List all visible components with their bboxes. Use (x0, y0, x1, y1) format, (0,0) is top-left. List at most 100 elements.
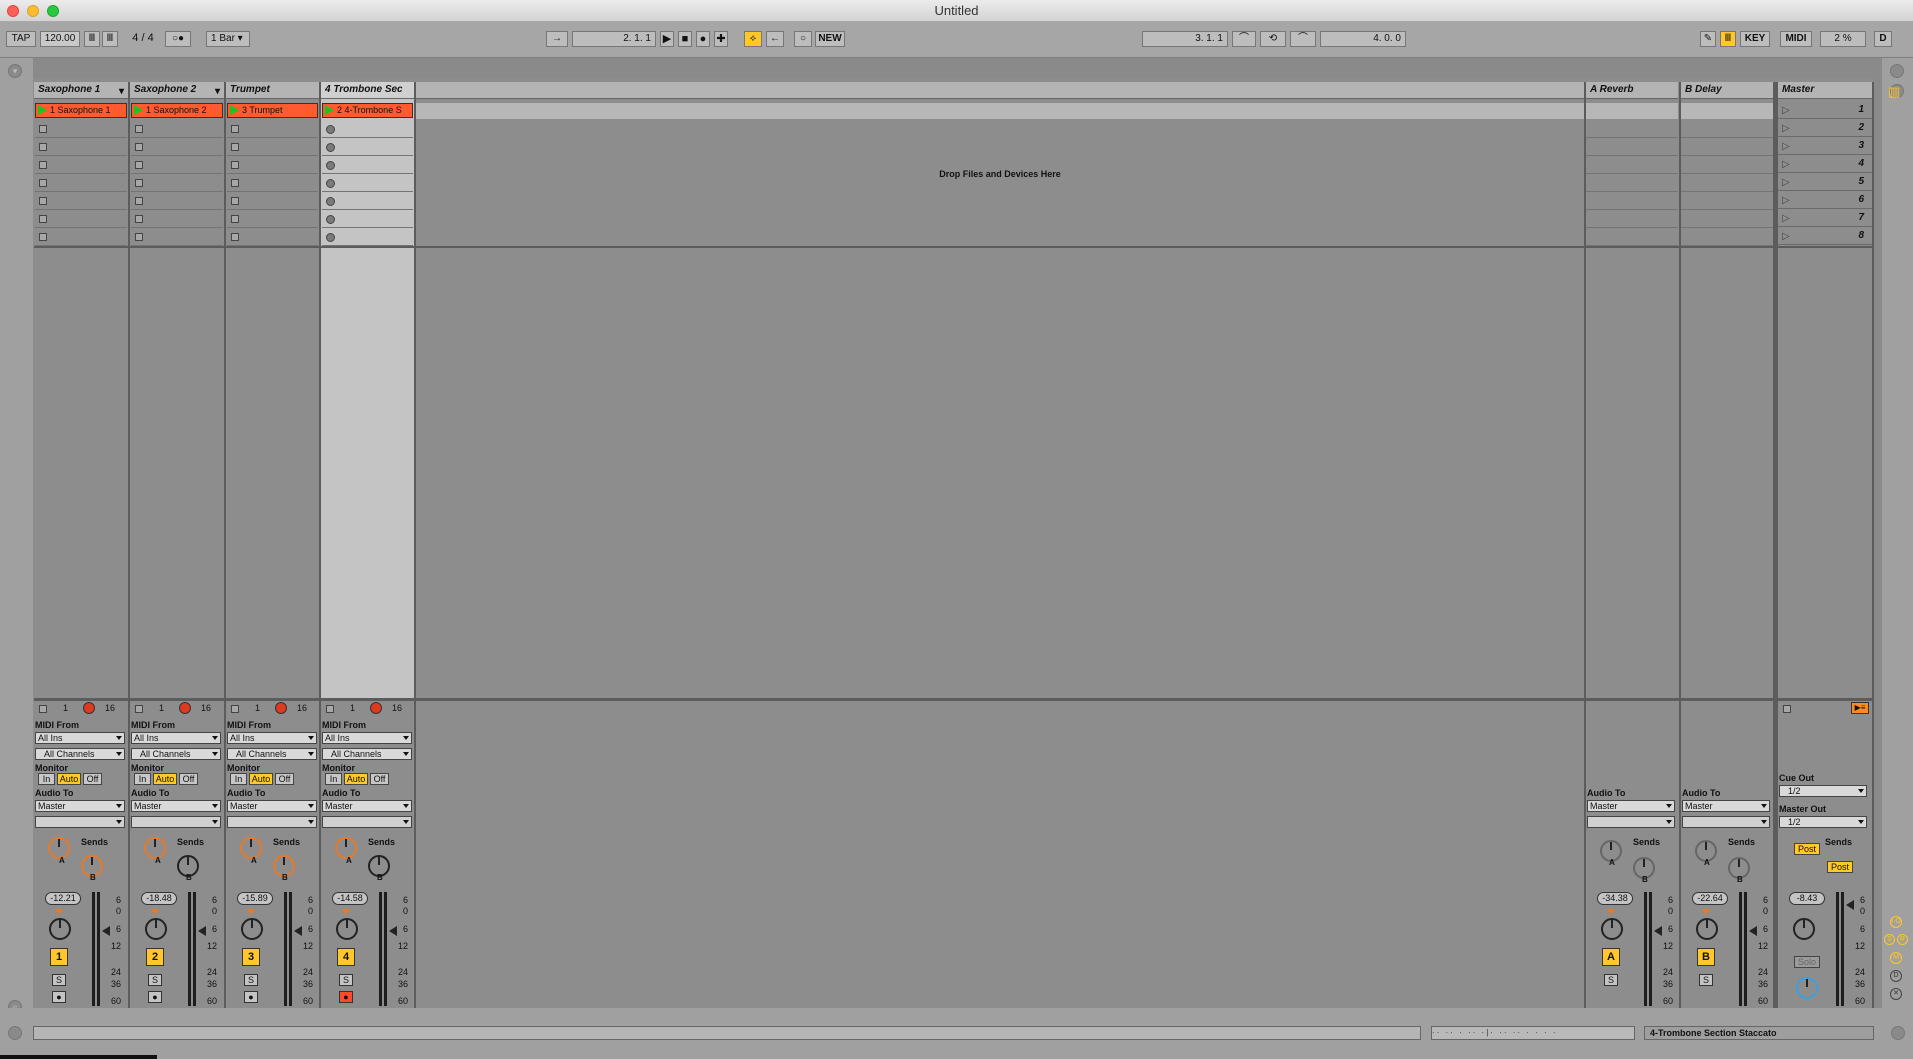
follow-icon[interactable]: → (546, 31, 568, 47)
fold-icon[interactable]: ▾ (119, 84, 124, 98)
volume-field[interactable]: -34.38 (1597, 892, 1633, 905)
clip-slot[interactable] (131, 211, 223, 228)
track-activator-button[interactable]: A (1602, 948, 1620, 966)
clip-stop-icon[interactable] (231, 233, 239, 241)
clip-slot[interactable] (35, 175, 127, 192)
clip-slot[interactable] (227, 211, 318, 228)
track-activator-button[interactable]: B (1697, 948, 1715, 966)
time-signature[interactable]: 4 / 4 (124, 31, 162, 47)
solo-button[interactable]: S (1699, 974, 1713, 986)
browser-toggle-icon[interactable]: ▾ (8, 64, 22, 78)
clip-stop-icon[interactable] (231, 143, 239, 151)
stop-button[interactable]: ■ (678, 31, 692, 47)
quantize-select[interactable]: 1 Bar ▾ (206, 31, 250, 47)
post-button[interactable]: Post (1827, 861, 1853, 873)
clip-play-icon[interactable] (325, 105, 334, 115)
loop-start-field[interactable]: 3. 1. 1 (1142, 31, 1228, 47)
clip-slot[interactable] (35, 121, 127, 138)
midi-channel-select[interactable]: All Channels (35, 748, 125, 760)
monitor-in-button[interactable]: In (325, 773, 342, 785)
info-toggle-icon[interactable] (8, 1026, 22, 1040)
solo-button[interactable]: S (339, 974, 353, 986)
arm-button[interactable]: ● (52, 991, 66, 1003)
arm-record-icon[interactable] (275, 702, 287, 714)
clip-slot[interactable] (322, 193, 413, 210)
clip-stop-icon[interactable] (231, 215, 239, 223)
track-activator-button[interactable]: 3 (242, 948, 260, 966)
clip-stop-icon[interactable] (39, 197, 47, 205)
clip-stop-icon[interactable] (231, 125, 239, 133)
arm-button[interactable]: ● (148, 991, 162, 1003)
detail-view-toggle-icon[interactable] (1891, 1026, 1905, 1040)
clip-slot[interactable] (322, 211, 413, 228)
monitor-off-button[interactable]: Off (275, 773, 294, 785)
solo-button[interactable]: S (148, 974, 162, 986)
scene-launch-icon[interactable]: ▷ (1782, 177, 1790, 188)
audio-to-select[interactable]: Master (35, 800, 125, 812)
stop-all-icon[interactable]: ▶≡ (1851, 702, 1869, 714)
draw-mode-icon[interactable]: ✎ (1700, 31, 1716, 47)
master-header[interactable]: Master (1778, 82, 1872, 99)
scene-launch-row[interactable]: ▷ 3 (1778, 138, 1872, 155)
monitor-off-button[interactable]: Off (370, 773, 389, 785)
clip-stop-icon[interactable] (135, 125, 143, 133)
scene-launch-icon[interactable]: ▷ (1782, 123, 1790, 134)
scene-launch-row[interactable]: ▷ 5 (1778, 174, 1872, 191)
track-header-saxophone-2[interactable]: Saxophone 2 ▾ (130, 82, 224, 99)
midi-map-button[interactable]: MIDI (1780, 31, 1812, 47)
mixer-toggle-icon[interactable]: M (1890, 952, 1902, 964)
clip-slot[interactable] (227, 229, 318, 246)
midi-from-select[interactable]: All Ins (35, 732, 125, 744)
clip-saxophone-1[interactable]: 1 Saxophone 1 (35, 103, 127, 118)
monitor-auto-button[interactable]: Auto (153, 773, 177, 785)
metronome-icon[interactable]: ○● (165, 31, 191, 47)
delay-toggle-icon[interactable]: D (1890, 970, 1902, 982)
info-view-icon[interactable] (1890, 64, 1904, 78)
clip-slot[interactable] (131, 193, 223, 210)
clip-slot[interactable] (131, 175, 223, 192)
monitor-auto-button[interactable]: Auto (57, 773, 81, 785)
stop-all-clips-icon[interactable] (1783, 705, 1791, 713)
arrangement-overview[interactable]: ·· ·· · ·· ·|· ·· ·· · · · · (1431, 1026, 1635, 1040)
clip-saxophone-2[interactable]: 1 Saxophone 2 (131, 103, 223, 118)
scene-launch-row[interactable]: ▷ 6 (1778, 192, 1872, 209)
new-button[interactable]: NEW (815, 31, 845, 47)
clip-slot[interactable] (322, 121, 413, 138)
volume-field[interactable]: -15.89 (237, 892, 273, 905)
clip-stop-icon[interactable] (135, 161, 143, 169)
clip-trombone[interactable]: 2 4-Trombone S (322, 103, 413, 118)
session-grid-icon[interactable]: ▥ (1888, 84, 1900, 100)
zoom-window-button[interactable] (47, 5, 59, 17)
clip-slot[interactable] (131, 139, 223, 156)
record-arm-slot-icon[interactable] (326, 215, 335, 224)
audio-to-select[interactable]: Master (227, 800, 317, 812)
clip-slot[interactable] (35, 193, 127, 210)
audio-to-select[interactable]: Master (131, 800, 221, 812)
solo-button[interactable]: S (1604, 974, 1618, 986)
clip-slot[interactable] (322, 139, 413, 156)
audio-to-select[interactable]: Master (1587, 800, 1675, 812)
volume-field[interactable]: -18.48 (141, 892, 177, 905)
nudge-up-icon[interactable]: Ⅲ (102, 31, 118, 47)
arm-button[interactable]: ● (339, 991, 353, 1003)
track-activator-button[interactable]: 4 (337, 948, 355, 966)
clip-slot[interactable] (227, 139, 318, 156)
clip-slot[interactable] (322, 175, 413, 192)
clip-slot[interactable] (131, 229, 223, 246)
scene-launch-icon[interactable]: ▷ (1782, 213, 1790, 224)
scene-launch-icon[interactable]: ▷ (1782, 231, 1790, 242)
clip-slot[interactable] (322, 157, 413, 174)
back-to-arrangement-icon[interactable]: ← (766, 31, 784, 47)
cue-volume-knob[interactable] (1796, 977, 1818, 999)
audio-to-select[interactable]: Master (1682, 800, 1770, 812)
track-header-trumpet[interactable]: Trumpet (226, 82, 319, 99)
scene-launch-icon[interactable]: ▷ (1782, 195, 1790, 206)
master-pan-knob[interactable] (1793, 918, 1815, 940)
stop-clips-icon[interactable] (231, 705, 239, 713)
return-header-b[interactable]: B Delay (1681, 82, 1773, 99)
returns-toggle-icon[interactable]: R (1897, 934, 1908, 945)
scene-launch-row[interactable]: ▷ 2 (1778, 120, 1872, 137)
post-button[interactable]: Post (1794, 843, 1820, 855)
fold-icon[interactable]: ▾ (215, 84, 220, 98)
master-volume-field[interactable]: -8.43 (1789, 892, 1825, 905)
